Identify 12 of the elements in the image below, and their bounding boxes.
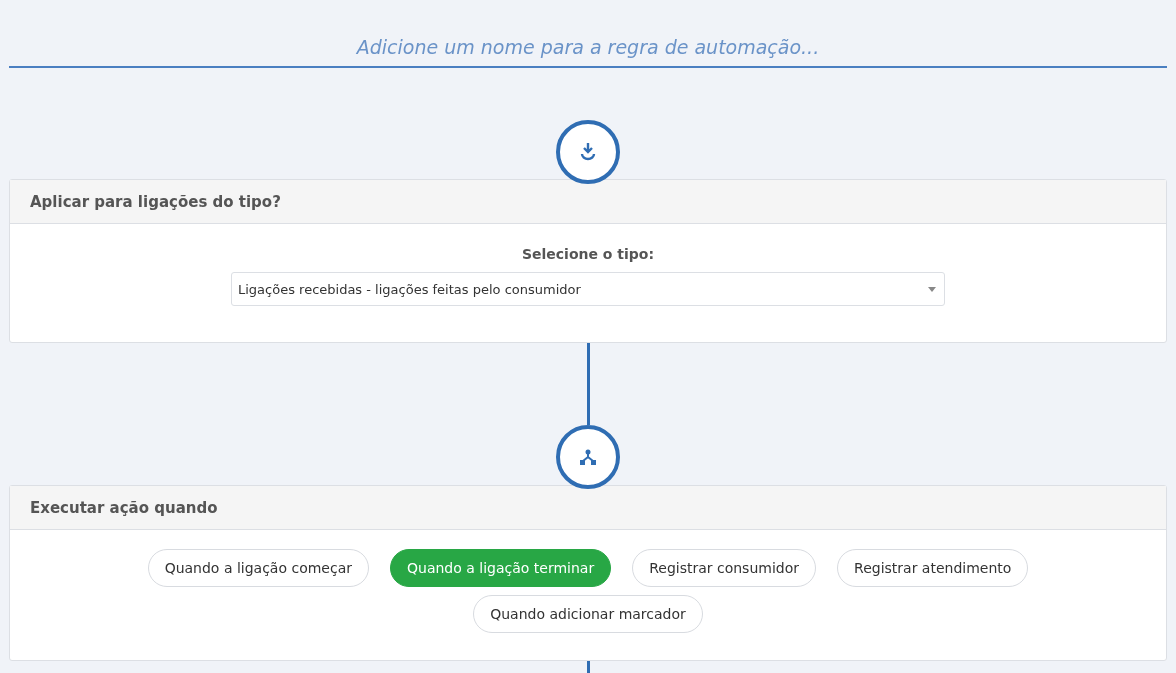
trigger-option[interactable]: Quando adicionar marcador [473, 595, 703, 633]
card-title: Aplicar para ligações do tipo? [10, 180, 1166, 224]
caret-icon [928, 286, 936, 292]
trigger-option[interactable]: Quando a ligação começar [147, 549, 369, 587]
rule-name-field[interactable]: Adicione um nome para a regra de automação... [9, 28, 1167, 68]
card-title: Executar ação quando [10, 486, 1166, 530]
type-dropdown[interactable]: Ligações recebidas - ligações feitas pelo consumidor [231, 272, 945, 306]
trigger-option[interactable]: Registrar consumidor [632, 549, 817, 587]
download-icon [579, 142, 597, 162]
field-label: Selecione o tipo: [521, 246, 655, 262]
trigger-option[interactable]: Registrar atendimento [837, 549, 1029, 587]
branch-icon [579, 448, 597, 466]
